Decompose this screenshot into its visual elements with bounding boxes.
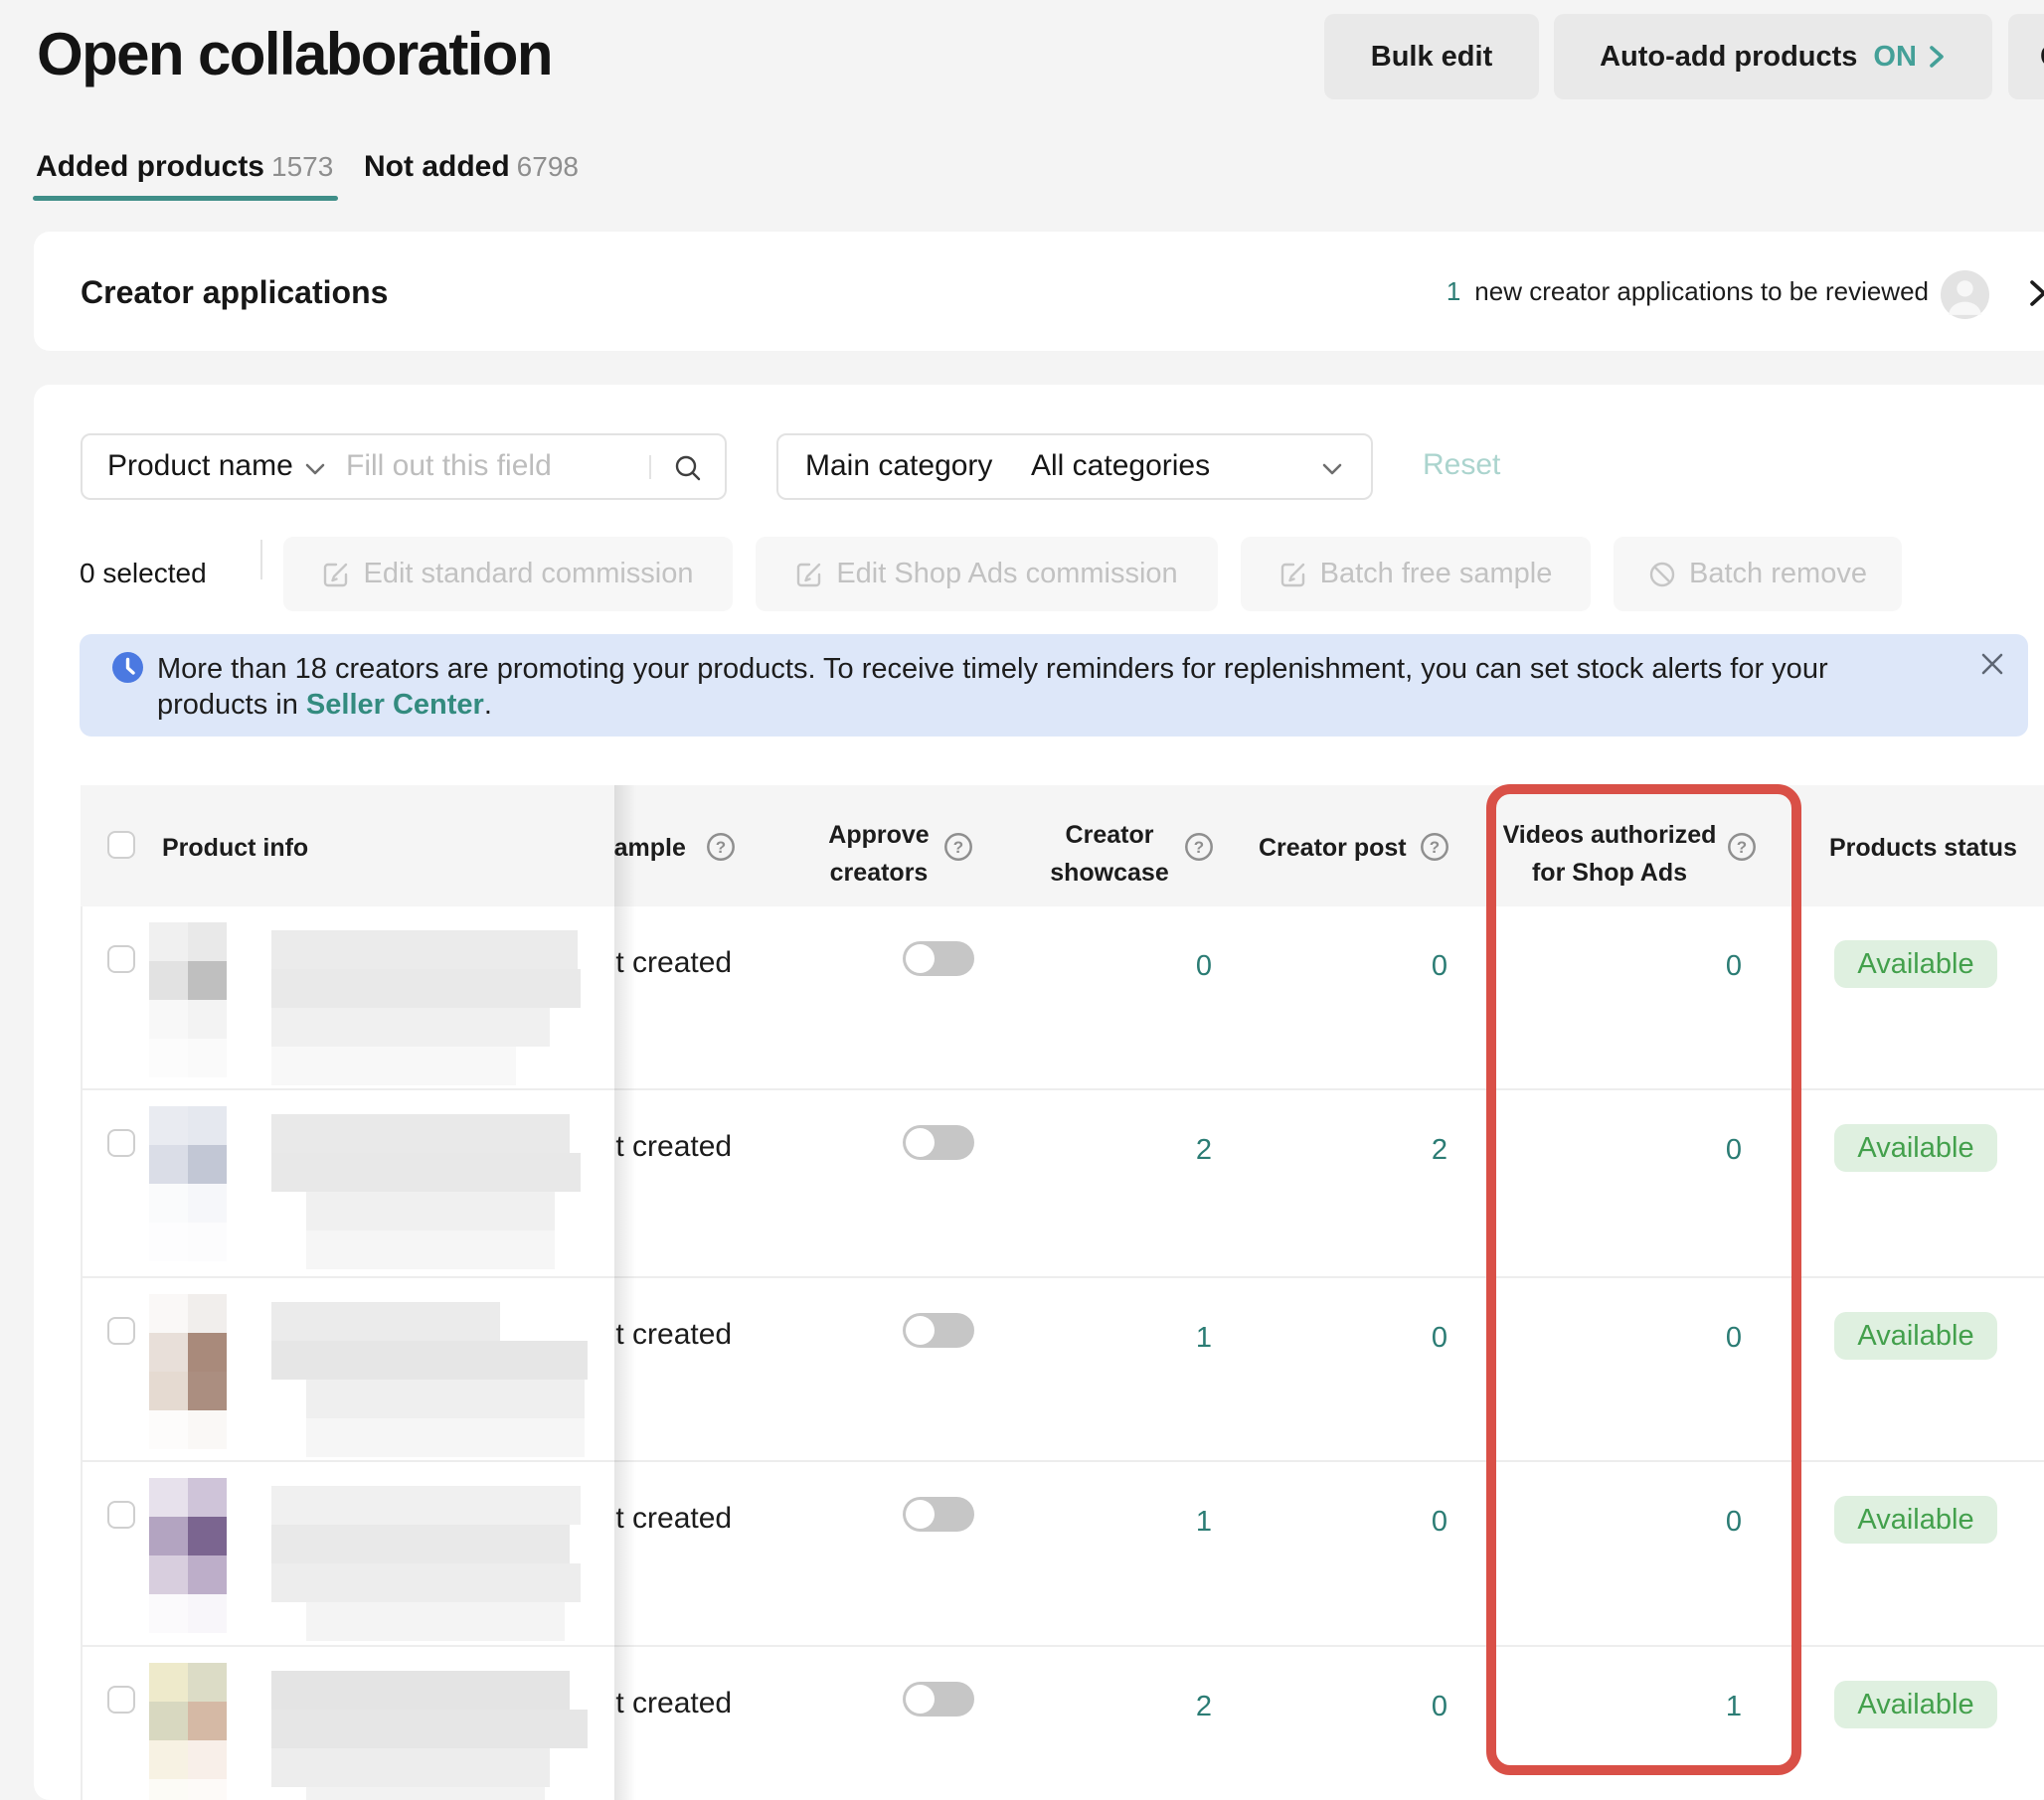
svg-text:?: ? <box>1430 838 1440 857</box>
svg-text:?: ? <box>1194 838 1204 857</box>
svg-text:?: ? <box>716 838 726 857</box>
svg-text:?: ? <box>953 838 963 857</box>
